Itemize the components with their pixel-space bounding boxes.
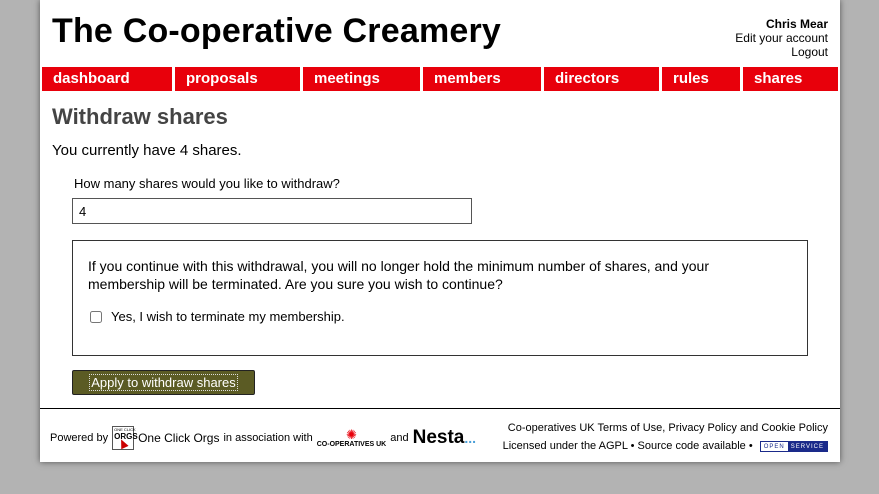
logout-link[interactable]: Logout [735, 45, 828, 59]
licence-text[interactable]: Licensed under the AGPL • Source code av… [503, 440, 753, 452]
confirm-label: Yes, I wish to terminate my membership. [111, 309, 345, 324]
current-shares-text: You currently have 4 shares. [52, 142, 242, 159]
tab-meetings[interactable]: meetings [303, 67, 420, 91]
footer-legal-line2: Licensed under the AGPL • Source code av… [503, 437, 828, 455]
footer-divider [40, 408, 840, 409]
apply-withdraw-button[interactable]: Apply to withdraw shares [72, 370, 255, 395]
warning-box: If you continue with this withdrawal, yo… [72, 240, 808, 356]
warning-text: If you continue with this withdrawal, yo… [88, 258, 709, 292]
main-nav: dashboard proposals meetings members dir… [42, 67, 841, 91]
tab-shares[interactable]: shares [743, 67, 838, 91]
footer-credits: Powered by ONE CLICK ORGS One Click Orgs… [50, 426, 476, 450]
footer-legal: Co-operatives UK Terms of Use, Privacy P… [503, 419, 828, 455]
powered-by-text: Powered by [50, 432, 109, 444]
footer-legal-line1: Co-operatives UK Terms of Use, Privacy P… [507, 422, 828, 434]
tab-directors[interactable]: directors [544, 67, 659, 91]
user-name: Chris Mear [765, 17, 828, 31]
tab-dashboard[interactable]: dashboard [42, 67, 172, 91]
main-content: Withdraw shares You currently have 4 sha… [52, 104, 828, 395]
one-click-orgs-logo[interactable]: ONE CLICK ORGS [112, 426, 138, 450]
quantity-input[interactable] [72, 198, 472, 224]
cookie-link[interactable]: Cookie Policy [761, 422, 828, 434]
coop-uk-text: Co-operatives UK [507, 422, 595, 434]
tab-proposals[interactable]: proposals [175, 67, 300, 91]
confirm-checkbox[interactable] [90, 310, 102, 323]
association-text: in association with [223, 432, 313, 444]
one-click-orgs-name[interactable]: One Click Orgs [138, 431, 219, 445]
page-container: The Co-operative Creamery Chris Mear Edi… [40, 0, 840, 462]
terms-link[interactable]: Terms of Use [597, 422, 662, 434]
edit-account-link[interactable]: Edit your account [735, 31, 828, 45]
open-service-badge[interactable]: OPEN SERVICE [759, 440, 828, 452]
confirm-row[interactable]: Yes, I wish to terminate my membership. [88, 309, 345, 324]
and-text: and [390, 432, 409, 444]
account-panel: Chris Mear Edit your account Logout [735, 17, 828, 59]
tab-rules[interactable]: rules [662, 67, 740, 91]
coop-mark-icon: ✺ [346, 426, 357, 442]
tab-members[interactable]: members [423, 67, 541, 91]
page-title: Withdraw shares [52, 104, 228, 129]
privacy-link[interactable]: Privacy Policy [668, 422, 736, 434]
nesta-logo[interactable]: Nesta... [413, 427, 476, 449]
quantity-label: How many shares would you like to withdr… [74, 176, 340, 191]
cooperatives-uk-logo[interactable]: ✺ CO-OPERATIVES UK [317, 428, 387, 449]
site-title: The Co-operative Creamery [52, 12, 502, 50]
apply-withdraw-label: Apply to withdraw shares [89, 374, 238, 391]
